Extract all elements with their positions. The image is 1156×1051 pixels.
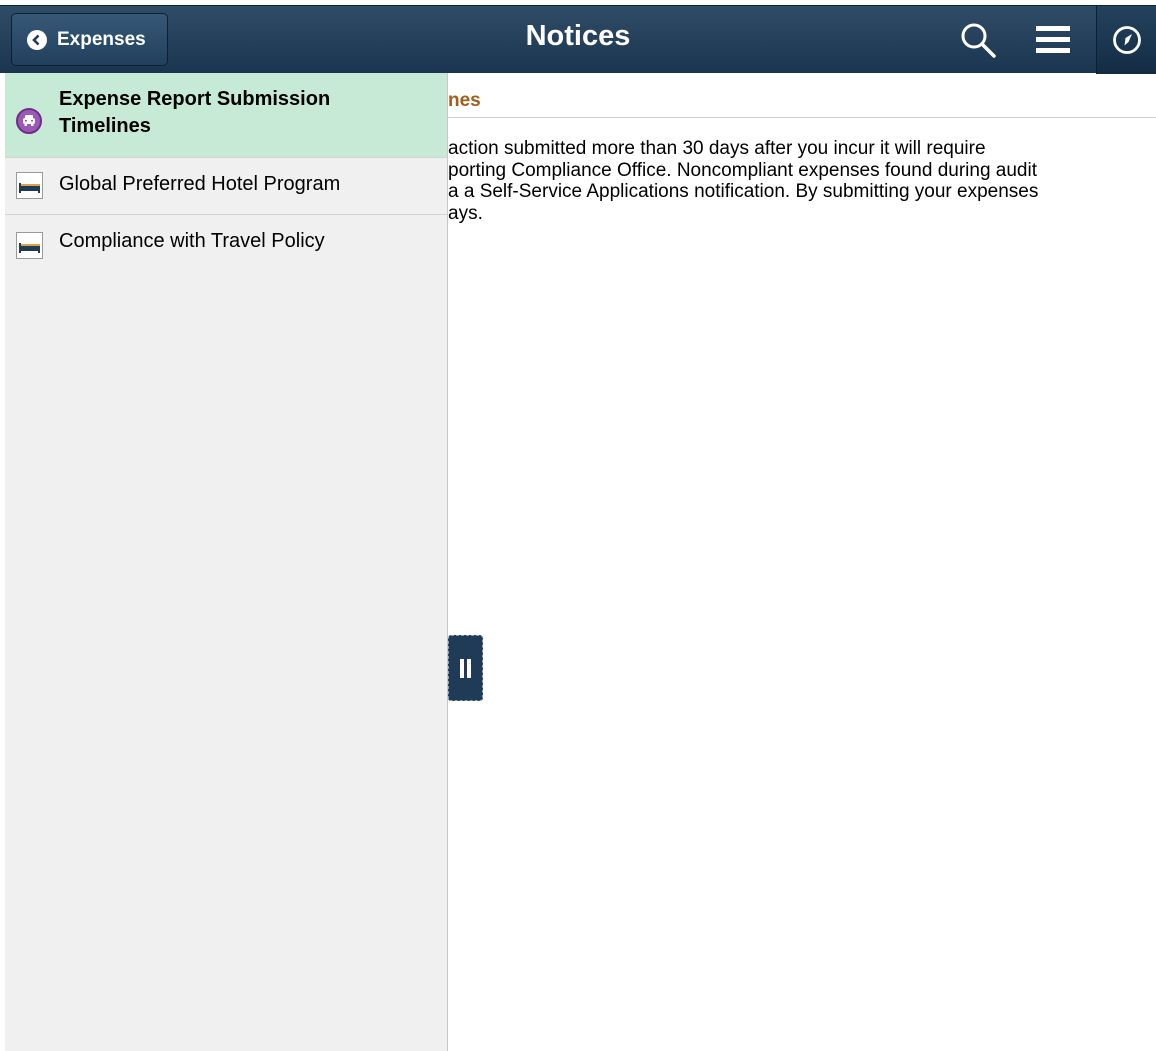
divider: [448, 117, 1156, 118]
list-item-global-preferred-hotel-program[interactable]: Global Preferred Hotel Program: [5, 158, 447, 215]
navbar-button[interactable]: [1096, 6, 1156, 74]
list-item-label-line: Expense Report Submission: [59, 88, 331, 110]
bed-icon: [16, 232, 43, 259]
notice-line: action submitted more than 30 days after…: [448, 138, 986, 159]
menu-icon[interactable]: [1036, 26, 1070, 59]
list-item-label-line: Timelines: [59, 115, 151, 137]
notice-line: porting Compliance Office. Noncompliant …: [448, 159, 1037, 181]
top-banner: Expenses Notices: [0, 5, 1156, 74]
notice-title: nes: [448, 90, 1148, 112]
list-item-expense-report-submission-timelines[interactable]: Expense Report Submission Timelines: [5, 73, 447, 158]
navbar-compass-icon: [1112, 25, 1142, 60]
car-icon: [16, 108, 42, 134]
list-item-label: Compliance with Travel Policy: [59, 230, 325, 252]
list-item-label: Expense Report Submission Timelines: [59, 86, 330, 140]
bed-icon: [16, 172, 43, 199]
notice-body: action submitted more than 30 days after…: [448, 138, 1156, 224]
notice-line: ays.: [448, 202, 483, 224]
notice-title-text: nes: [448, 90, 481, 111]
notice-line: a a Self-Service Applications notificati…: [448, 181, 1039, 202]
search-icon[interactable]: [958, 21, 1000, 66]
list-item-label: Global Preferred Hotel Program: [59, 173, 341, 195]
panel-collapse-handle[interactable]: [448, 635, 483, 701]
notice-content: nes action submitted more than 30 days a…: [448, 73, 1156, 1051]
notices-list-panel: Expense Report Submission Timelines Glob…: [5, 73, 448, 1051]
list-item-compliance-with-travel-policy[interactable]: Compliance with Travel Policy: [5, 215, 447, 272]
